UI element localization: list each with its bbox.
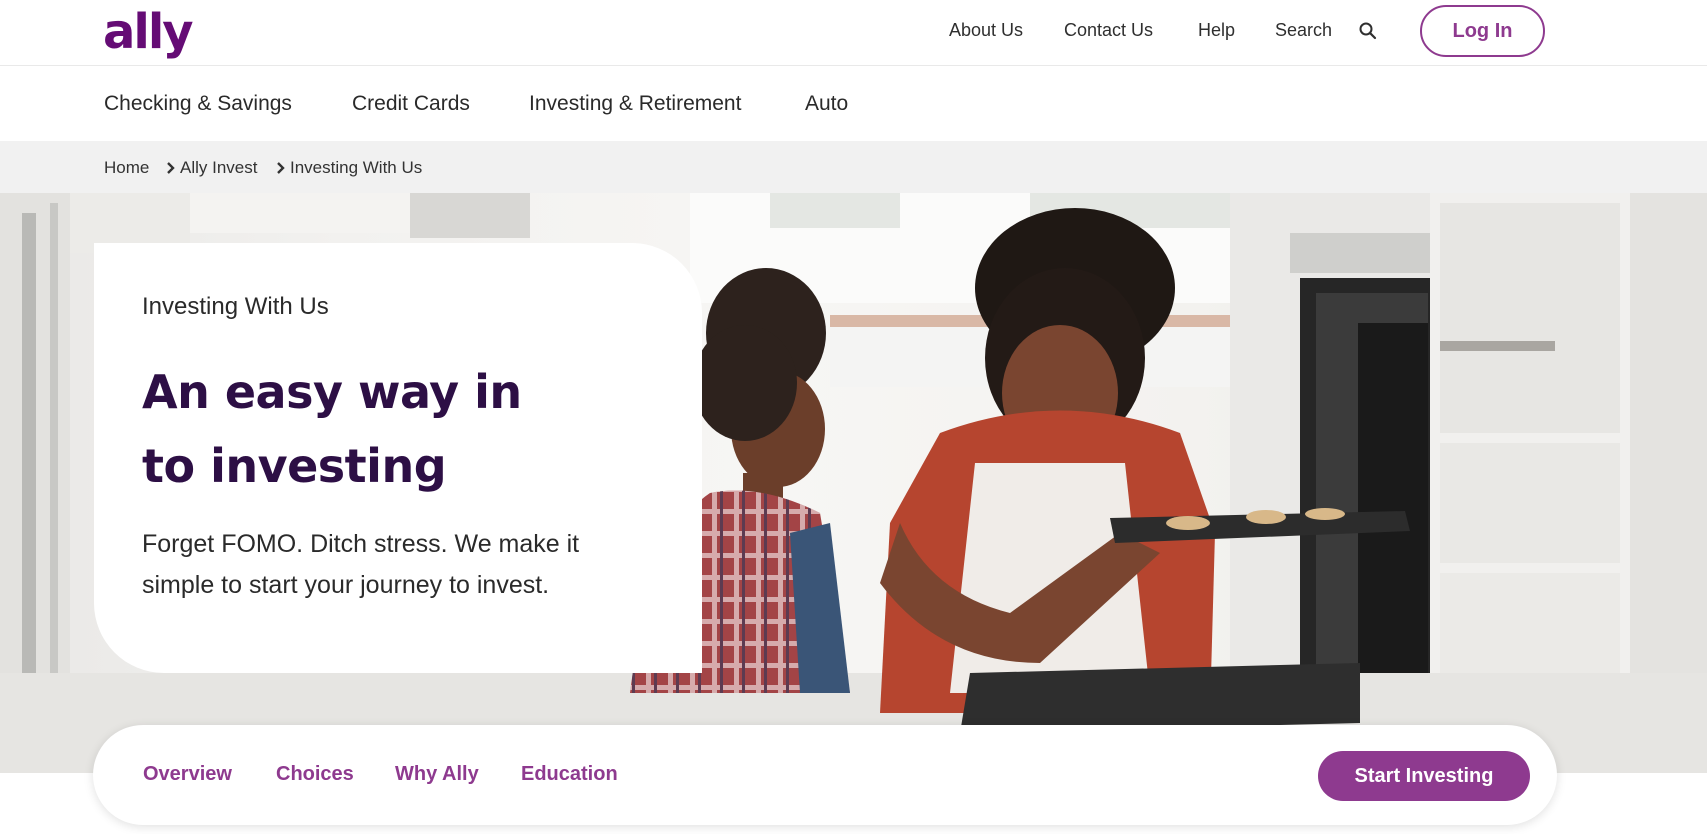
tab-education[interactable]: Education	[521, 763, 618, 786]
search-icon[interactable]	[1358, 21, 1378, 41]
about-us-link[interactable]: About Us	[949, 20, 1023, 41]
search-link[interactable]: Search	[1275, 20, 1332, 41]
breadcrumb-investing-with-us: Investing With Us	[290, 158, 423, 177]
start-investing-button[interactable]: Start Investing	[1318, 751, 1530, 801]
help-link[interactable]: Help	[1198, 20, 1235, 41]
utility-header: ally About Us Contact Us Help Search Log…	[0, 0, 1707, 66]
login-button[interactable]: Log In	[1420, 5, 1545, 57]
breadcrumb-ally-invest[interactable]: Ally Invest	[180, 158, 257, 178]
subtext-line-1: Forget FOMO. Ditch stress. We make it	[142, 530, 580, 558]
main-nav: Checking & Savings Credit Cards Investin…	[0, 67, 1707, 141]
headline-line-1: An easy way in	[142, 365, 522, 419]
breadcrumb: Home Ally Invest Investing With Us	[0, 141, 1707, 193]
section-tab-bar: Overview Choices Why Ally Education Star…	[93, 725, 1557, 825]
breadcrumb-home[interactable]: Home	[104, 158, 149, 178]
nav-item-auto[interactable]: Auto	[805, 92, 848, 116]
tab-overview[interactable]: Overview	[143, 763, 232, 786]
chevron-right-icon	[167, 162, 175, 174]
nav-item-investing-retirement[interactable]: Investing & Retirement	[529, 92, 741, 116]
subtext-line-2: simple to start your journey to invest.	[142, 571, 550, 599]
hero-subtext: Forget FOMO. Ditch stress. We make it si…	[142, 524, 662, 606]
hero-eyebrow: Investing With Us	[142, 293, 329, 320]
contact-us-link[interactable]: Contact Us	[1064, 20, 1153, 41]
nav-item-checking-savings[interactable]: Checking & Savings	[104, 92, 292, 116]
headline-line-2: to investing	[142, 439, 447, 493]
hero-headline: An easy way in to investing	[142, 355, 662, 503]
ally-logo[interactable]: ally	[103, 4, 194, 60]
tab-why-ally[interactable]: Why Ally	[395, 763, 479, 786]
chevron-right-icon	[277, 162, 285, 174]
nav-item-credit-cards[interactable]: Credit Cards	[352, 92, 470, 116]
tab-choices[interactable]: Choices	[276, 763, 354, 786]
